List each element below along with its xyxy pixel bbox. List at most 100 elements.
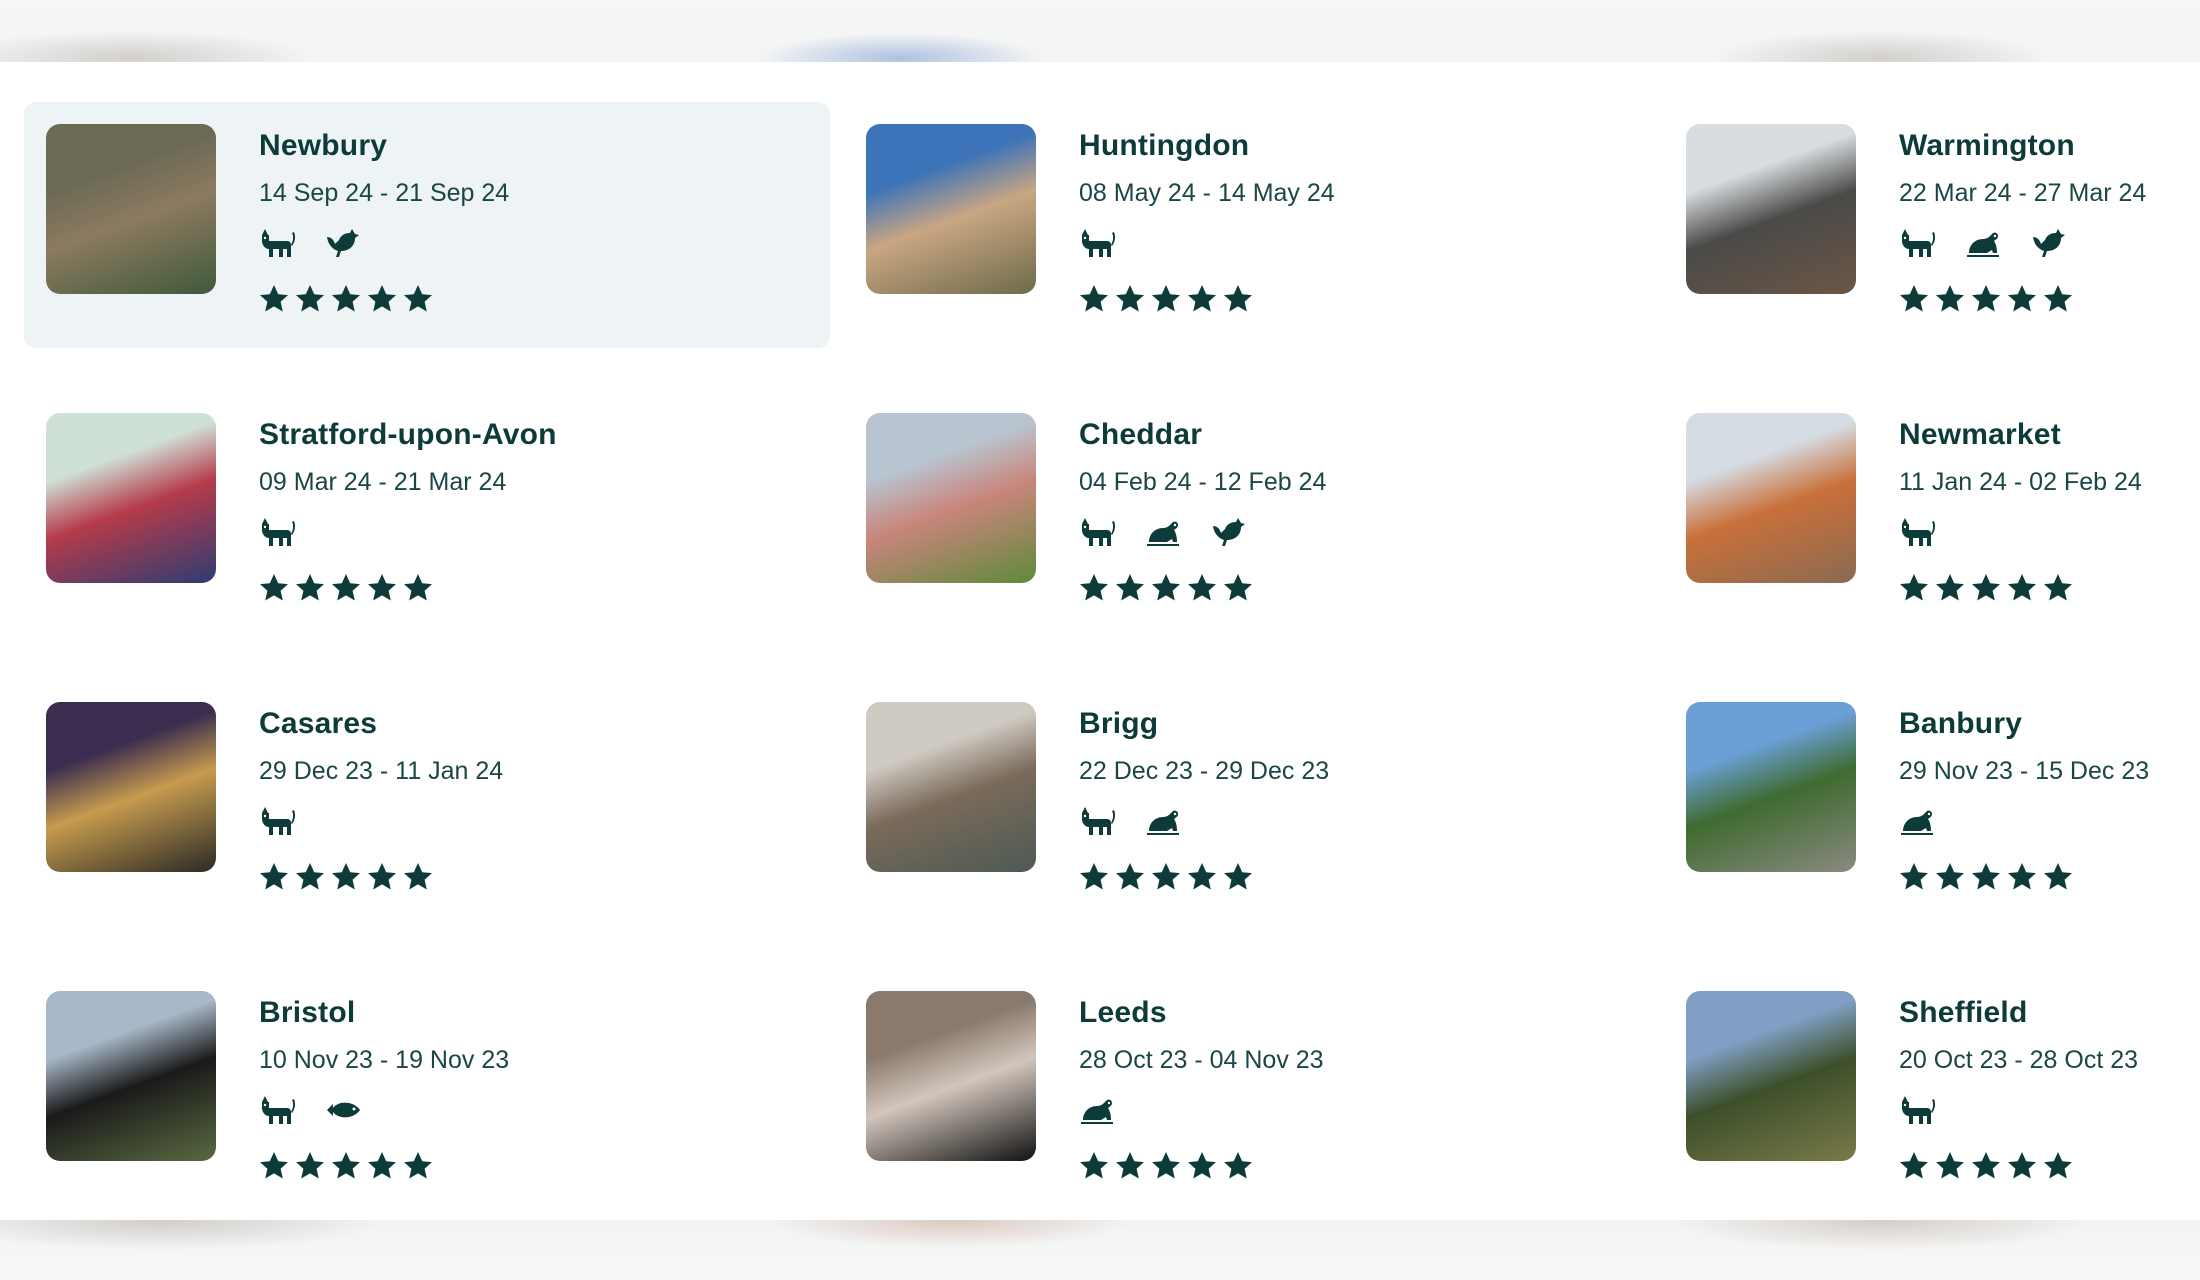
sit-card-casares[interactable]: Casares 29 Dec 23 - 11 Jan 24 [24,680,830,926]
sit-dates: 28 Oct 23 - 04 Nov 23 [1079,1046,1324,1074]
sit-dates: 10 Nov 23 - 19 Nov 23 [259,1046,510,1074]
sit-rating [1079,284,1335,314]
sit-card-brigg[interactable]: Brigg 22 Dec 23 - 29 Dec 23 [844,680,1650,926]
sit-dates: 22 Mar 24 - 27 Mar 24 [1899,179,2147,207]
sit-card-newmarket[interactable]: Newmarket 11 Jan 24 - 02 Feb 24 [1664,391,2200,637]
star-icon [367,573,397,603]
sit-pets [259,515,557,549]
sit-pets [1899,1093,2138,1127]
star-icon [295,862,325,892]
sit-card-huntingdon[interactable]: Huntingdon 08 May 24 - 14 May 24 [844,102,1650,348]
sit-city: Newbury [259,129,388,162]
star-icon [1115,862,1145,892]
star-icon [1899,573,1929,603]
sit-city: Casares [259,707,378,740]
star-icon [331,284,361,314]
cat-icon [1899,1094,1935,1126]
sit-info: Bristol 10 Nov 23 - 19 Nov 23 [259,991,509,1215]
sit-photo [1686,991,1856,1161]
sit-pets [259,804,503,838]
star-icon [367,284,397,314]
sit-pets [1079,226,1335,260]
cat-icon [1079,516,1115,548]
star-icon [259,284,289,314]
sit-city: Brigg [1079,707,1159,740]
sit-card-banbury[interactable]: Banbury 29 Nov 23 - 15 Dec 23 [1664,680,2200,926]
star-icon [2007,862,2037,892]
sit-city: Cheddar [1079,418,1203,451]
star-icon [1115,1151,1145,1181]
blurred-header-strip [0,0,2200,62]
star-icon [367,1151,397,1181]
sit-pets [259,226,509,260]
star-icon [1079,862,1109,892]
star-icon [1115,573,1145,603]
star-icon [1935,1151,1965,1181]
star-icon [295,1151,325,1181]
sit-city: Stratford-upon-Avon [259,418,557,451]
sit-pets [1079,1093,1324,1127]
star-icon [1899,1151,1929,1181]
cat-icon [259,516,295,548]
star-icon [403,284,433,314]
star-icon [1187,284,1217,314]
cat-icon [1079,227,1115,259]
star-icon [403,1151,433,1181]
star-icon [1935,862,1965,892]
blurred-footer-strip [0,1220,2200,1280]
star-icon [2043,284,2073,314]
sit-photo [46,702,216,872]
sit-photo [1686,702,1856,872]
star-icon [1187,862,1217,892]
sit-card-sheffield[interactable]: Sheffield 20 Oct 23 - 28 Oct 23 [1664,969,2200,1215]
star-icon [1899,284,1929,314]
sit-card-warmington[interactable]: Warmington 22 Mar 24 - 27 Mar 24 [1664,102,2200,348]
sit-photo [866,991,1036,1161]
star-icon [259,862,289,892]
star-icon [1187,1151,1217,1181]
star-icon [1223,1151,1253,1181]
star-icon [1079,1151,1109,1181]
sit-rating [1079,862,1329,892]
rodent-icon [1145,805,1181,837]
sit-city: Newmarket [1899,418,2061,451]
sit-card-cheddar[interactable]: Cheddar 04 Feb 24 - 12 Feb 24 [844,391,1650,637]
sit-photo [866,124,1036,294]
sit-city: Warmington [1899,129,2075,162]
star-icon [1151,284,1181,314]
sit-info: Cheddar 04 Feb 24 - 12 Feb 24 [1079,413,1326,637]
star-icon [403,862,433,892]
sit-info: Newbury 14 Sep 24 - 21 Sep 24 [259,124,509,348]
sit-rating [1899,284,2146,314]
sit-dates: 29 Dec 23 - 11 Jan 24 [259,757,504,785]
star-icon [1151,862,1181,892]
star-icon [1899,862,1929,892]
star-icon [2043,862,2073,892]
rodent-icon [1965,227,2001,259]
sit-photo [46,413,216,583]
sit-card-bristol[interactable]: Bristol 10 Nov 23 - 19 Nov 23 [24,969,830,1215]
sit-card-leeds[interactable]: Leeds 28 Oct 23 - 04 Nov 23 [844,969,1650,1215]
sit-dates: 08 May 24 - 14 May 24 [1079,179,1335,207]
star-icon [1223,284,1253,314]
sit-info: Stratford-upon-Avon 09 Mar 24 - 21 Mar 2… [259,413,557,637]
sit-photo [46,124,216,294]
sit-info: Leeds 28 Oct 23 - 04 Nov 23 [1079,991,1324,1215]
sit-info: Brigg 22 Dec 23 - 29 Dec 23 [1079,702,1329,926]
sit-info: Casares 29 Dec 23 - 11 Jan 24 [259,702,503,926]
sit-info: Huntingdon 08 May 24 - 14 May 24 [1079,124,1335,348]
star-icon [2007,1151,2037,1181]
star-icon [2043,573,2073,603]
star-icon [2007,284,2037,314]
sit-pets [1899,804,2149,838]
star-icon [1223,862,1253,892]
sit-rating [259,284,509,314]
star-icon [1935,284,1965,314]
sit-photo [1686,124,1856,294]
rodent-icon [1079,1094,1115,1126]
sit-card-stratford-upon-avon[interactable]: Stratford-upon-Avon 09 Mar 24 - 21 Mar 2… [24,391,830,637]
star-icon [1971,573,2001,603]
star-icon [1971,284,2001,314]
sit-card-newbury[interactable]: Newbury 14 Sep 24 - 21 Sep 24 [24,102,830,348]
sit-pets [1079,804,1329,838]
